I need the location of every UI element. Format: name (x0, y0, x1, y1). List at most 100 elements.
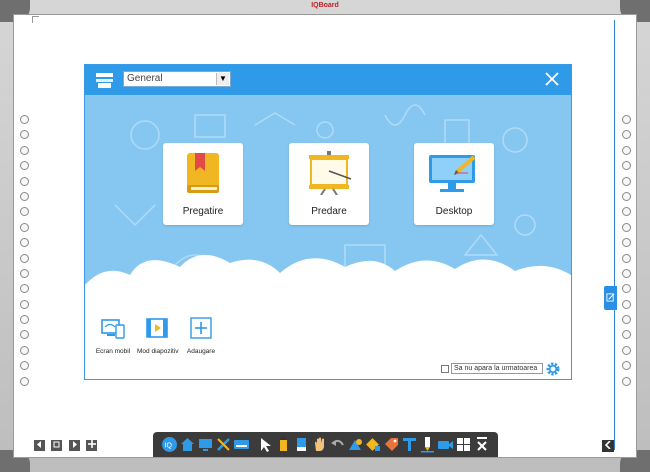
corner-mark (32, 16, 39, 23)
dialog-header: General ▼ (85, 65, 571, 95)
tile-label: Predare (311, 206, 347, 217)
side-tool-icon[interactable] (19, 130, 29, 140)
text-icon[interactable] (401, 436, 418, 453)
arrow-left-icon (37, 441, 41, 448)
iq-logo-icon[interactable]: IQ (161, 436, 178, 453)
home-icon[interactable] (179, 436, 196, 453)
side-tool-icon[interactable] (19, 207, 29, 217)
bottom-item-label: Ecran mobil (95, 348, 131, 355)
tile-label: Desktop (435, 206, 473, 217)
side-tool-icon[interactable] (621, 253, 631, 263)
mobile-screen-icon (101, 319, 125, 339)
side-tool-icon[interactable] (19, 315, 29, 325)
add-button[interactable]: Adaugare (181, 317, 221, 355)
eraser-icon[interactable] (293, 436, 310, 453)
side-tool-icon[interactable] (621, 345, 631, 355)
side-tool-icon[interactable] (621, 115, 631, 124)
side-tool-icon[interactable] (19, 330, 29, 340)
side-tool-icon[interactable] (621, 284, 631, 294)
side-panel-tab[interactable] (604, 286, 617, 310)
side-tool-icon[interactable] (621, 191, 631, 201)
bottom-item-label: Adaugare (186, 348, 216, 355)
monitor-icon[interactable] (197, 436, 214, 453)
side-tool-icon[interactable] (621, 207, 631, 217)
category-select-value: General (127, 73, 163, 84)
page-navigation (34, 440, 99, 454)
close-icon (545, 72, 559, 86)
camera-icon[interactable] (437, 436, 454, 453)
undo-icon[interactable] (329, 436, 346, 453)
cloud-decoration (85, 255, 571, 379)
side-tool-icon[interactable] (19, 145, 29, 155)
side-tool-icon[interactable] (621, 145, 631, 155)
mobile-screen-button[interactable]: Ecran mobil (93, 317, 133, 355)
side-tool-icon[interactable] (19, 115, 29, 124)
bottom-item-label: Mod diapozitiv (137, 348, 179, 355)
add-page-button[interactable] (86, 440, 98, 451)
side-tool-icon[interactable] (621, 299, 631, 309)
collapse-toolbar-button[interactable] (602, 440, 614, 452)
side-tool-icon[interactable] (19, 176, 29, 186)
highlighter-icon[interactable] (419, 436, 436, 453)
grid-apps-icon[interactable] (455, 436, 472, 453)
tile-desktop[interactable]: Desktop (414, 143, 494, 225)
pages-button[interactable] (51, 440, 63, 451)
side-tool-icon[interactable] (19, 238, 29, 248)
dont-show-checkbox[interactable] (441, 364, 449, 373)
side-tool-icon[interactable] (19, 191, 29, 201)
add-icon (190, 317, 212, 339)
side-tool-icon[interactable] (621, 268, 631, 278)
tools-icon[interactable] (215, 436, 232, 453)
side-tool-icon[interactable] (19, 284, 29, 294)
left-side-toolbar (18, 115, 30, 392)
side-tool-icon[interactable] (621, 376, 631, 386)
side-tool-icon[interactable] (621, 222, 631, 232)
presentation-board-icon (309, 151, 352, 195)
plus-icon (87, 440, 96, 448)
tile-predare[interactable]: Predare (289, 143, 369, 225)
side-tool-icon[interactable] (621, 238, 631, 248)
side-tool-icon[interactable] (621, 161, 631, 171)
slideshow-button[interactable]: Mod diapozitiv (137, 317, 179, 355)
shapes-icon[interactable] (347, 436, 364, 453)
arrow-right-icon (72, 441, 77, 448)
keyboard-icon[interactable] (233, 436, 250, 453)
monitor-pen-icon (429, 155, 476, 192)
gear-icon[interactable] (545, 361, 561, 377)
side-tool-icon[interactable] (621, 315, 631, 325)
prev-page-button[interactable] (34, 440, 45, 451)
side-tool-icon[interactable] (19, 376, 29, 386)
tag-icon[interactable] (383, 436, 400, 453)
tile-label: Pregatire (182, 206, 224, 217)
select-pointer-icon[interactable] (257, 436, 274, 453)
side-tool-icon[interactable] (621, 176, 631, 186)
hand-icon[interactable] (311, 436, 328, 453)
pages-icon (53, 441, 60, 448)
dont-show-label: Sa nu apara la urmatoarea (451, 363, 543, 374)
category-select[interactable]: General ▼ (123, 71, 231, 87)
close-toolbar-icon[interactable] (475, 436, 489, 453)
side-tool-icon[interactable] (19, 345, 29, 355)
app-menu-icon[interactable] (95, 71, 114, 89)
side-tool-icon[interactable] (621, 361, 631, 371)
fill-icon[interactable] (365, 436, 382, 453)
side-tool-icon[interactable] (621, 130, 631, 140)
side-tool-icon[interactable] (19, 253, 29, 263)
dont-show-again: Sa nu apara la urmatoarea (441, 363, 543, 375)
start-dialog: General ▼ Pregatire Predare Desktop Ecra… (84, 64, 572, 380)
chevron-down-icon[interactable]: ▼ (216, 73, 229, 85)
side-tool-icon[interactable] (19, 268, 29, 278)
side-tool-icon[interactable] (19, 161, 29, 171)
pen-icon[interactable] (275, 436, 292, 453)
tile-pregatire[interactable]: Pregatire (163, 143, 243, 225)
side-tool-icon[interactable] (19, 222, 29, 232)
next-page-button[interactable] (68, 440, 80, 451)
close-button[interactable] (543, 70, 561, 88)
side-tool-icon[interactable] (19, 361, 29, 371)
side-tool-icon[interactable] (621, 330, 631, 340)
whiteboard-frame: IQBoard General ▼ Pregatire Predare Desk… (0, 0, 650, 472)
main-toolbar: IQ (153, 432, 498, 457)
chevron-left-icon (604, 440, 611, 450)
edit-icon (606, 293, 615, 302)
side-tool-icon[interactable] (19, 299, 29, 309)
